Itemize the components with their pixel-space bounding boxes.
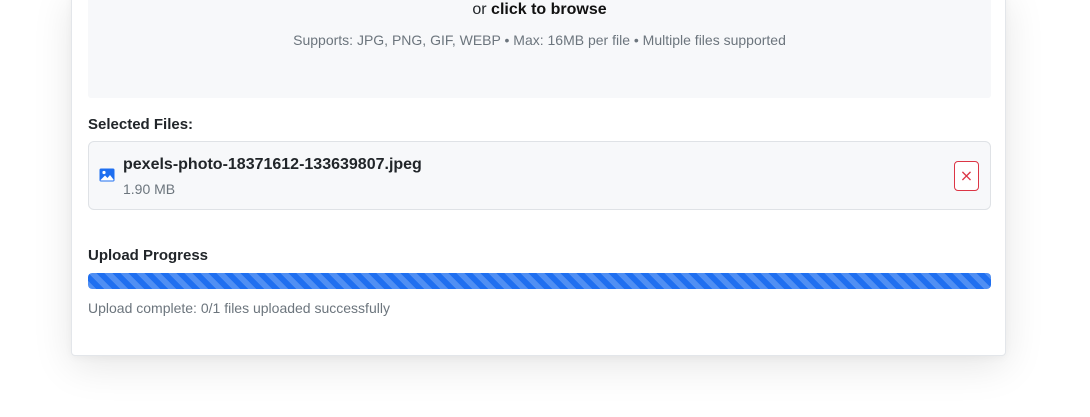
file-size: 1.90 MB xyxy=(123,181,176,197)
file-dropzone[interactable]: or click to browse Supports: JPG, PNG, G… xyxy=(88,0,991,98)
browse-link[interactable]: click to browse xyxy=(491,1,607,18)
dropzone-supported-formats: Supports: JPG, PNG, GIF, WEBP • Max: 16M… xyxy=(293,32,786,48)
file-list-item: pexels-photo-18371612-133639807.jpeg 1.9… xyxy=(88,141,991,210)
dropzone-prefix: or xyxy=(472,1,487,18)
image-icon xyxy=(99,167,115,183)
upload-progress-heading: Upload Progress xyxy=(88,247,209,264)
file-name: pexels-photo-18371612-133639807.jpeg xyxy=(123,156,422,173)
upload-card: or click to browse Supports: JPG, PNG, G… xyxy=(71,0,1006,356)
dropzone-instruction: or click to browse xyxy=(88,1,991,19)
close-icon: × xyxy=(959,166,974,185)
selected-files-heading: Selected Files: xyxy=(88,116,194,133)
upload-status-text: Upload complete: 0/1 files uploaded succ… xyxy=(88,300,390,316)
remove-file-button[interactable]: × xyxy=(954,161,979,191)
upload-progress-bar xyxy=(88,273,991,289)
upload-progress-fill xyxy=(88,273,991,289)
